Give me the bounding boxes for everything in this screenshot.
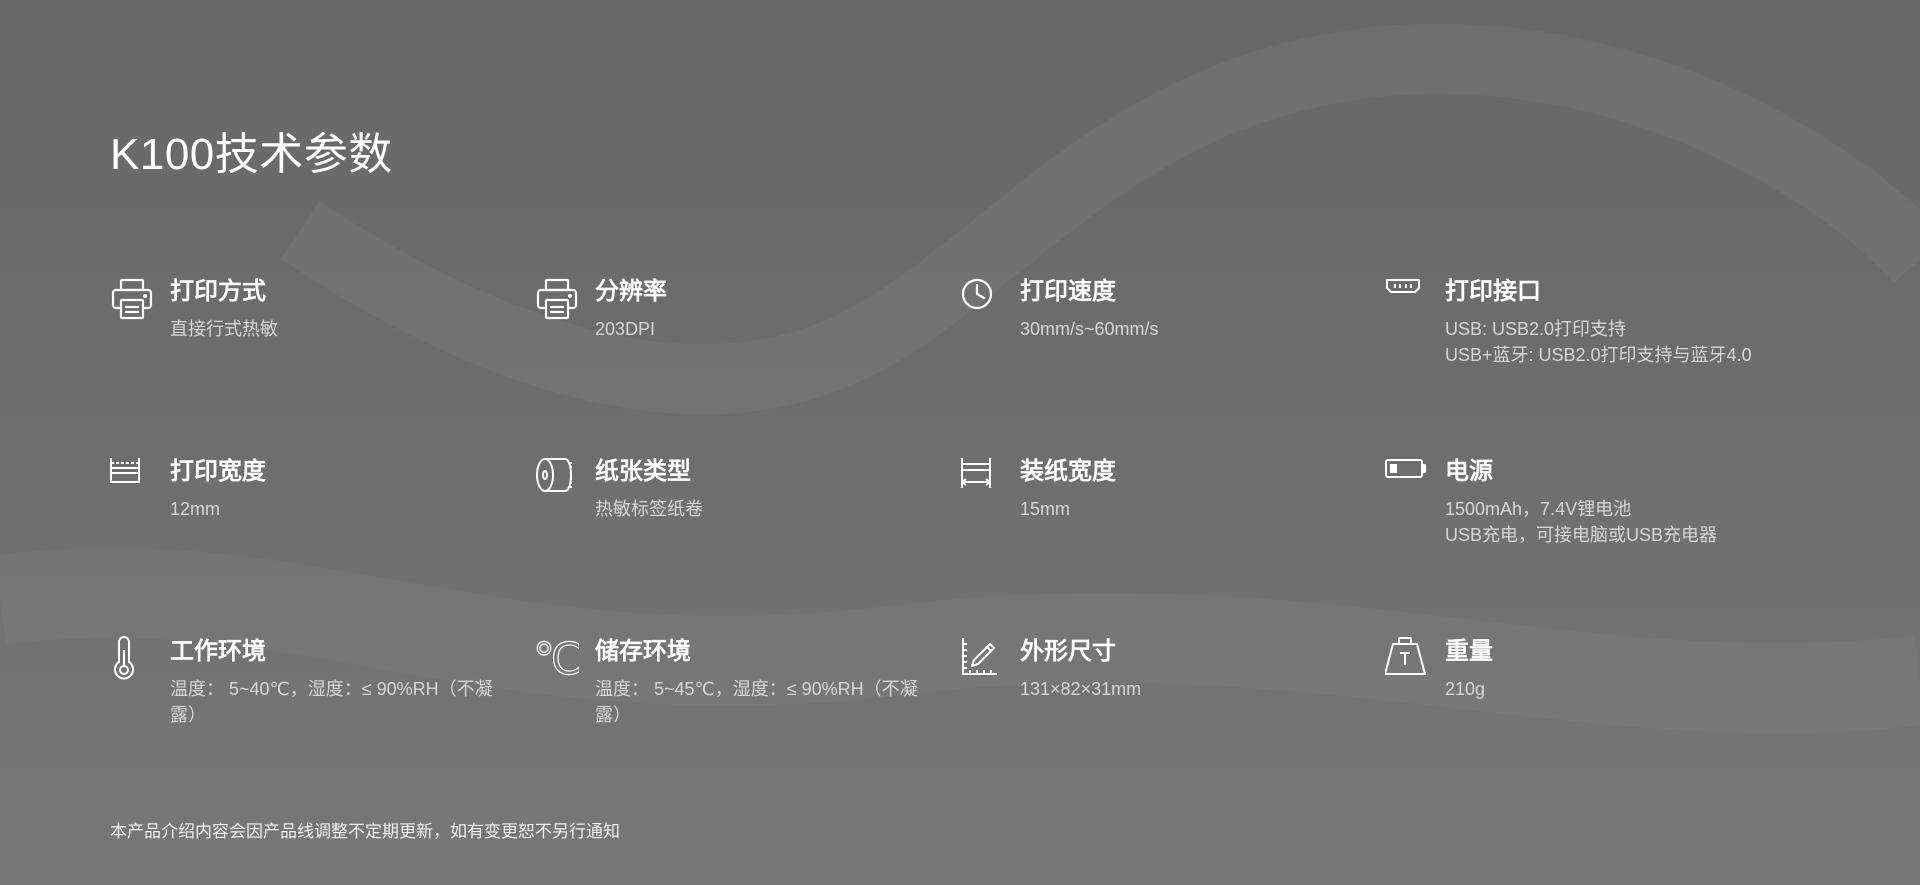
spec-value-line: 30mm/s~60mm/s: [1020, 319, 1159, 339]
spec-title: 打印速度: [1020, 278, 1116, 305]
spec-value: USB: USB2.0打印支持 USB+蓝牙: USB2.0打印支持与蓝牙4.0: [1445, 316, 1785, 368]
celsius-icon: ℃: [535, 636, 579, 684]
spec-title: 分辨率: [595, 278, 667, 305]
spec-interface: 打印接口 USB: USB2.0打印支持 USB+蓝牙: USB2.0打印支持与…: [1385, 276, 1765, 396]
spec-value: 温度： 5~45℃，湿度：≤ 90%RH（不凝露）: [595, 676, 935, 728]
spec-title: 重量: [1445, 638, 1493, 665]
spec-title: 装纸宽度: [1020, 458, 1116, 485]
spec-print-speed: 打印速度 30mm/s~60mm/s: [960, 276, 1340, 396]
spec-title: 打印宽度: [170, 458, 266, 485]
spec-value-line: 15mm: [1020, 499, 1071, 519]
printer-icon: [535, 276, 579, 324]
spec-title: 储存环境: [595, 638, 691, 665]
spec-value-line: 203DPI: [595, 319, 656, 339]
spec-print-method: 打印方式 直接行式热敏: [110, 276, 490, 396]
spec-value: 30mm/s~60mm/s: [1020, 316, 1360, 342]
spec-operating-environment: 工作环境 温度： 5~40℃，湿度：≤ 90%RH（不凝露）: [110, 636, 493, 756]
spec-value: 直接行式热敏: [170, 316, 510, 342]
spec-value: 15mm: [1020, 496, 1360, 522]
spec-value: 1500mAh，7.4V锂电池 USB充电，可接电脑或USB充电器: [1445, 496, 1785, 548]
spec-value: 203DPI: [595, 316, 935, 342]
spec-value-line: 210g: [1445, 679, 1486, 699]
print-width-icon: [110, 456, 154, 504]
spec-value-line: USB: USB2.0打印支持: [1445, 319, 1627, 339]
spec-paper-type: 纸张类型 热敏标签纸卷: [535, 456, 915, 576]
printer-icon: [110, 276, 154, 324]
battery-icon: [1385, 456, 1429, 504]
weight-icon: [1385, 636, 1429, 684]
spec-value-line: 温度： 5~40℃，湿度：≤ 90%RH（不凝露）: [170, 679, 493, 725]
clock-icon: [960, 276, 1004, 324]
spec-value-line: 131×82×31mm: [1020, 679, 1142, 699]
spec-value-line: 1500mAh，7.4V锂电池: [1445, 499, 1632, 519]
spec-title: 打印方式: [170, 278, 266, 305]
spec-title: 打印接口: [1445, 278, 1541, 305]
spec-value-line: 温度： 5~45℃，湿度：≤ 90%RH（不凝露）: [595, 679, 918, 725]
spec-value: 210g: [1445, 676, 1785, 702]
spec-value-line: 热敏标签纸卷: [595, 499, 703, 519]
paper-width-icon: [960, 456, 1004, 504]
spec-title: 外形尺寸: [1020, 638, 1116, 665]
spec-value-line: USB充电，可接电脑或USB充电器: [1445, 525, 1718, 545]
spec-power: 电源 1500mAh，7.4V锂电池 USB充电，可接电脑或USB充电器: [1385, 456, 1765, 576]
paper-roll-icon: [535, 456, 579, 504]
spec-dimensions: 外形尺寸 131×82×31mm: [960, 636, 1340, 756]
spec-print-width: 打印宽度 12mm: [110, 456, 490, 576]
thermometer-icon: [110, 636, 154, 684]
spec-title: 纸张类型: [595, 458, 691, 485]
spec-title: 电源: [1445, 458, 1493, 485]
spec-resolution: 分辨率 203DPI: [535, 276, 915, 396]
spec-title: 工作环境: [170, 638, 266, 665]
celsius-glyph: ℃: [535, 636, 579, 684]
spec-paper-width: 装纸宽度 15mm: [960, 456, 1340, 576]
spec-weight: 重量 210g: [1385, 636, 1765, 756]
spec-value-line: 12mm: [170, 499, 221, 519]
footer-disclaimer: 本产品介绍内容会因产品线调整不定期更新，如有变更恕不另行通知: [110, 822, 620, 841]
ruler-pencil-icon: [960, 636, 1004, 684]
spec-storage-environment: ℃ 储存环境 温度： 5~45℃，湿度：≤ 90%RH（不凝露）: [535, 636, 918, 756]
spec-value: 131×82×31mm: [1020, 676, 1360, 702]
spec-value-line: 直接行式热敏: [170, 319, 278, 339]
usb-port-icon: [1385, 276, 1429, 324]
spec-value: 温度： 5~40℃，湿度：≤ 90%RH（不凝露）: [170, 676, 510, 728]
page-title: K100技术参数: [110, 130, 393, 179]
spec-value: 12mm: [170, 496, 510, 522]
spec-value: 热敏标签纸卷: [595, 496, 935, 522]
spec-value-line: USB+蓝牙: USB2.0打印支持与蓝牙4.0: [1445, 345, 1752, 365]
